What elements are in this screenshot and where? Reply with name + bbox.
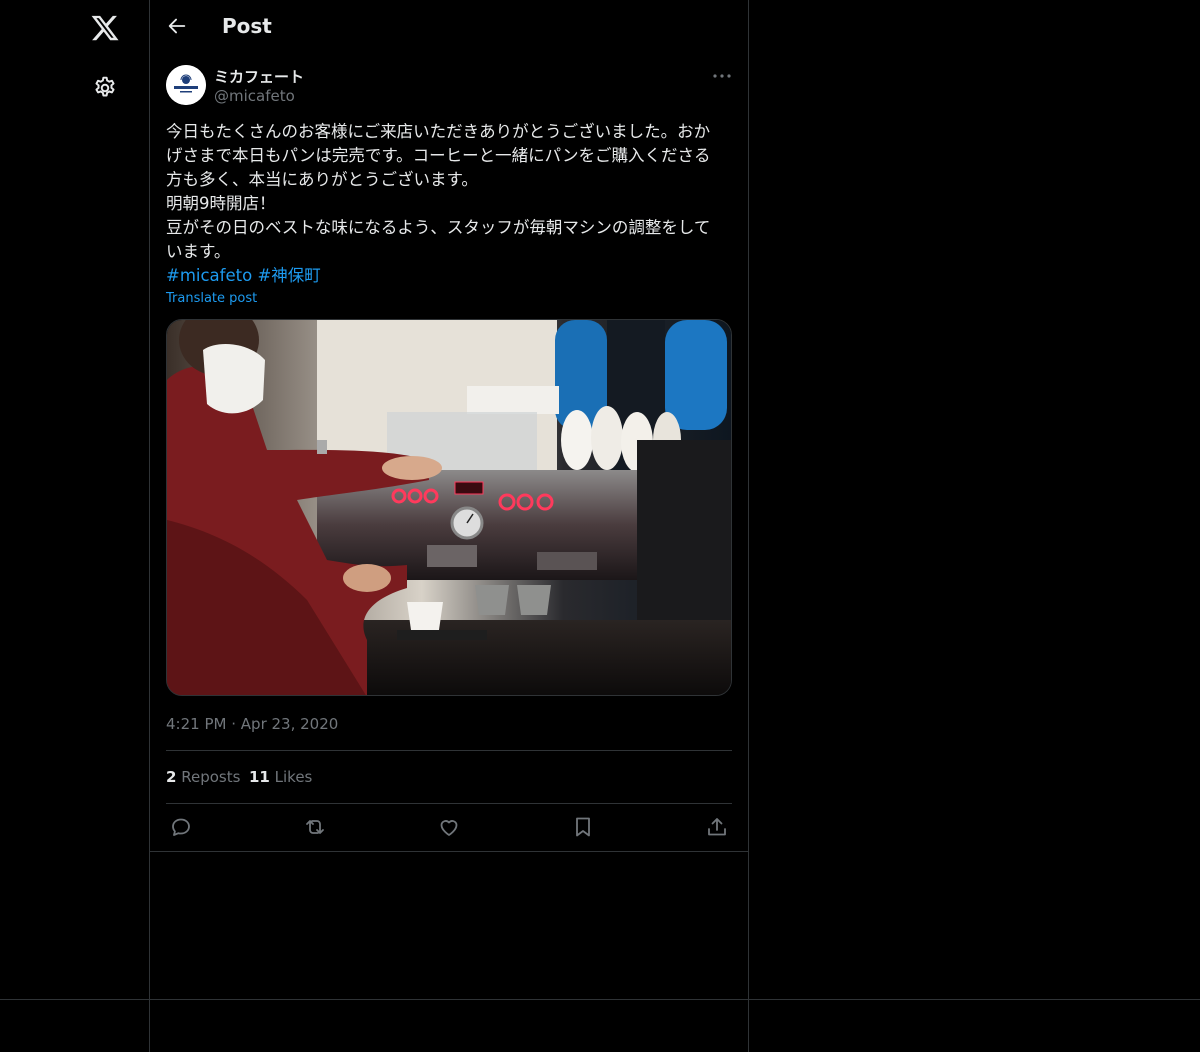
divider	[166, 803, 732, 804]
x-logo-icon[interactable]	[90, 13, 120, 43]
hashtag-link[interactable]: #神保町	[257, 266, 320, 285]
post-date: Apr 23, 2020	[240, 715, 339, 733]
avatar[interactable]	[166, 65, 206, 105]
post-text-line: 今日もたくさんのお客様にご来店いただきありがとうございました。おか	[166, 122, 711, 141]
likes-label: Likes	[274, 768, 313, 786]
post-text-line: 明朝9時開店！	[166, 194, 276, 213]
hashtag-link[interactable]: #micafeto	[166, 266, 252, 285]
likes-count: 11	[249, 768, 270, 786]
post-text-line: 方も多く、本当にありがとうございます。	[166, 170, 478, 189]
micafeto-logo-icon	[166, 65, 206, 105]
arrow-left-icon[interactable]	[166, 15, 188, 37]
main-column: Post ミカフェート @micafeto 今日もたくさんのお客様にご来店いただ…	[150, 0, 748, 1052]
gear-icon[interactable]	[92, 75, 118, 101]
author-name[interactable]: ミカフェート	[214, 66, 304, 87]
translate-post-link[interactable]: Translate post	[166, 291, 257, 306]
post-text-line: 豆がその日のベストな味になるよう、スタッフが毎朝マシンの調整をして	[166, 218, 711, 237]
post-timestamp[interactable]: 4:21 PM · Apr 23, 2020	[166, 715, 338, 733]
reposts-stat[interactable]: 2 Reposts	[166, 768, 240, 786]
hashtags: #micafeto #神保町	[166, 264, 321, 288]
share-icon[interactable]	[705, 815, 729, 839]
reply-icon[interactable]	[169, 815, 193, 839]
author-handle[interactable]: @micafeto	[214, 87, 295, 105]
post-image[interactable]	[166, 319, 732, 696]
reposts-label: Reposts	[181, 768, 241, 786]
header: Post	[150, 0, 748, 53]
page-title: Post	[222, 14, 272, 38]
divider	[150, 851, 748, 852]
column-divider-right	[748, 0, 749, 1052]
timestamp-separator: ·	[231, 715, 237, 733]
post-text-line: げさまで本日もパンは完売です。コーヒーと一緒にパンをご購入くださる	[166, 146, 711, 165]
post-text-line: います。	[166, 242, 231, 261]
post-time: 4:21 PM	[166, 715, 227, 733]
bookmark-icon[interactable]	[571, 815, 595, 839]
likes-stat[interactable]: 11 Likes	[249, 768, 312, 786]
like-icon[interactable]	[437, 815, 461, 839]
more-options-icon[interactable]	[712, 72, 732, 80]
reposts-count: 2	[166, 768, 177, 786]
divider	[166, 750, 732, 751]
left-nav	[0, 0, 149, 1052]
repost-icon[interactable]	[303, 815, 327, 839]
espresso-machine-photo	[167, 320, 731, 695]
post-text: 今日もたくさんのお客様にご来店いただきありがとうございました。おか げさまで本日…	[166, 120, 732, 264]
